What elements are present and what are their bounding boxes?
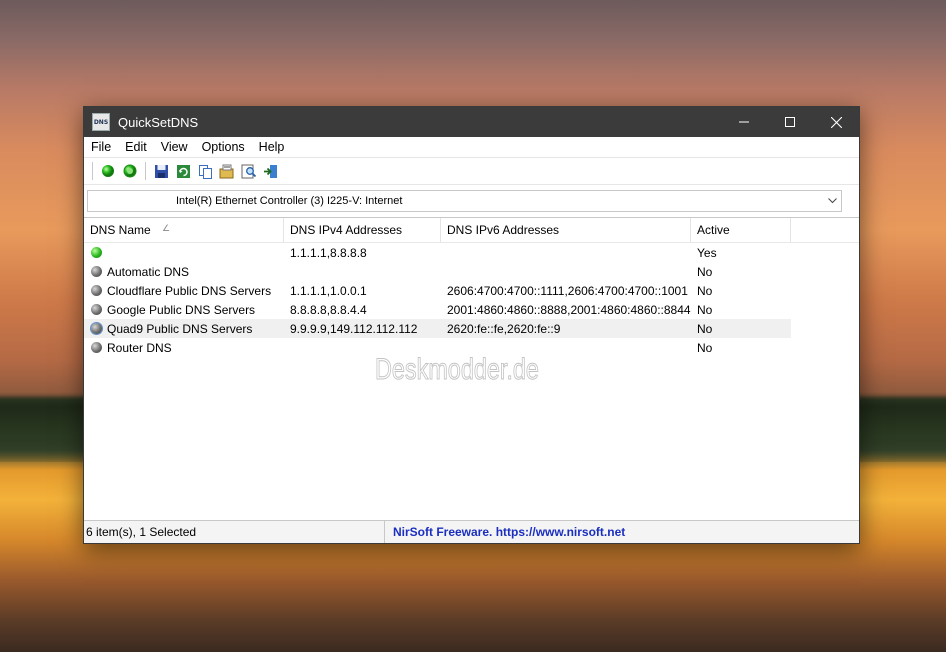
active-cell: No <box>697 283 713 298</box>
table-row[interactable]: Cloudflare Public DNS Servers 1.1.1.1,1.… <box>84 281 791 300</box>
toolbar-separator <box>145 162 146 180</box>
window-title: QuickSetDNS <box>118 114 199 130</box>
ipv4-cell: 9.9.9.9,149.112.112.112 <box>290 321 418 336</box>
column-label: DNS IPv4 Addresses <box>290 223 403 237</box>
copy-icon <box>198 164 212 179</box>
nirsoft-link[interactable]: NirSoft Freeware. https://www.nirsoft.ne… <box>385 525 625 539</box>
status-dot-icon <box>91 342 102 353</box>
active-cell: No <box>697 302 713 317</box>
maximize-icon <box>785 117 795 127</box>
green-globe-icon <box>123 164 137 178</box>
table-row[interactable]: Automatic DNS No <box>84 262 791 281</box>
column-ipv6[interactable]: DNS IPv6 Addresses <box>441 218 691 242</box>
table-row[interactable]: 1.1.1.1,8.8.8.8 Yes <box>84 243 791 262</box>
find-button[interactable] <box>238 160 260 182</box>
ipv6-cell: 2001:4860:4860::8888,2001:4860:4860::884… <box>447 302 691 317</box>
dns-name: Quad9 Public DNS Servers <box>107 321 253 336</box>
list-rows: 1.1.1.1,8.8.8.8 Yes Automatic DNS No Clo… <box>84 243 859 357</box>
save-icon <box>154 164 168 178</box>
menu-file[interactable]: File <box>84 140 118 154</box>
minimize-button[interactable] <box>721 107 767 137</box>
dns-name: Google Public DNS Servers <box>107 302 256 317</box>
list-header: DNS Name ∠ DNS IPv4 Addresses DNS IPv6 A… <box>84 218 859 243</box>
refresh-button[interactable] <box>172 160 194 182</box>
status-bar: 6 item(s), 1 Selected NirSoft Freeware. … <box>84 520 859 543</box>
column-dns-name[interactable]: DNS Name ∠ <box>84 218 284 242</box>
close-icon <box>830 116 842 128</box>
app-icon: DNS <box>92 113 110 131</box>
properties-icon <box>219 164 234 178</box>
active-cell: No <box>697 321 713 336</box>
column-label: DNS IPv6 Addresses <box>447 223 560 237</box>
table-row-selected[interactable]: Quad9 Public DNS Servers 9.9.9.9,149.112… <box>84 319 791 338</box>
active-cell: No <box>697 264 713 279</box>
table-row[interactable]: Google Public DNS Servers 8.8.8.8,8.8.4.… <box>84 300 791 319</box>
green-dot-icon <box>102 165 114 177</box>
set-dns-button[interactable] <box>97 160 119 182</box>
menu-view[interactable]: View <box>154 140 195 154</box>
adapter-selected-value: Intel(R) Ethernet Controller (3) I225-V:… <box>176 195 403 207</box>
chevron-down-icon[interactable] <box>823 198 841 204</box>
copy-button[interactable] <box>194 160 216 182</box>
title-bar[interactable]: DNS QuickSetDNS <box>84 107 859 137</box>
status-dot-icon <box>91 323 102 334</box>
ipv4-cell: 1.1.1.1,8.8.8.8 <box>290 245 367 260</box>
dns-name: Router DNS <box>107 340 172 355</box>
status-dot-icon <box>91 285 102 296</box>
active-cell: No <box>697 340 713 355</box>
maximize-button[interactable] <box>767 107 813 137</box>
set-dns-alt-button[interactable] <box>119 160 141 182</box>
column-label: Active <box>697 223 730 237</box>
refresh-icon <box>176 164 190 178</box>
column-ipv4[interactable]: DNS IPv4 Addresses <box>284 218 441 242</box>
toolbar <box>84 158 859 185</box>
ipv6-cell: 2620:fe::fe,2620:fe::9 <box>447 321 561 336</box>
menu-edit[interactable]: Edit <box>118 140 154 154</box>
column-label: DNS Name <box>90 223 151 237</box>
save-button[interactable] <box>150 160 172 182</box>
adapter-selector-row: Intel(R) Ethernet Controller (3) I225-V:… <box>84 185 859 218</box>
ipv4-cell: 8.8.8.8,8.8.4.4 <box>290 302 367 317</box>
exit-icon <box>264 164 277 178</box>
dns-name: Cloudflare Public DNS Servers <box>107 283 272 298</box>
quicksetdns-window: DNS QuickSetDNS File Edit View Options H… <box>83 106 860 544</box>
properties-button[interactable] <box>216 160 238 182</box>
item-count: 6 item(s), 1 Selected <box>84 521 385 543</box>
exit-button[interactable] <box>260 160 282 182</box>
menu-help[interactable]: Help <box>252 140 292 154</box>
close-button[interactable] <box>813 107 859 137</box>
ipv4-cell: 1.1.1.1,1.0.0.1 <box>290 283 367 298</box>
column-active[interactable]: Active <box>691 218 791 242</box>
ipv6-cell: 2606:4700:4700::1111,2606:4700:4700::100… <box>447 283 688 298</box>
active-cell: Yes <box>697 245 717 260</box>
menu-bar: File Edit View Options Help <box>84 137 859 158</box>
status-dot-icon <box>91 304 102 315</box>
dns-list[interactable]: DNS Name ∠ DNS IPv4 Addresses DNS IPv6 A… <box>84 218 859 512</box>
minimize-icon <box>739 121 749 123</box>
menu-options[interactable]: Options <box>195 140 252 154</box>
watermark: Deskmodder.de <box>375 353 540 387</box>
toolbar-separator <box>92 162 93 180</box>
find-icon <box>241 164 257 178</box>
status-dot-icon <box>91 247 102 258</box>
adapter-dropdown[interactable]: Intel(R) Ethernet Controller (3) I225-V:… <box>87 190 842 212</box>
dns-name: Automatic DNS <box>107 264 190 279</box>
sort-ascending-icon: ∠ <box>162 223 171 233</box>
status-dot-icon <box>91 266 102 277</box>
